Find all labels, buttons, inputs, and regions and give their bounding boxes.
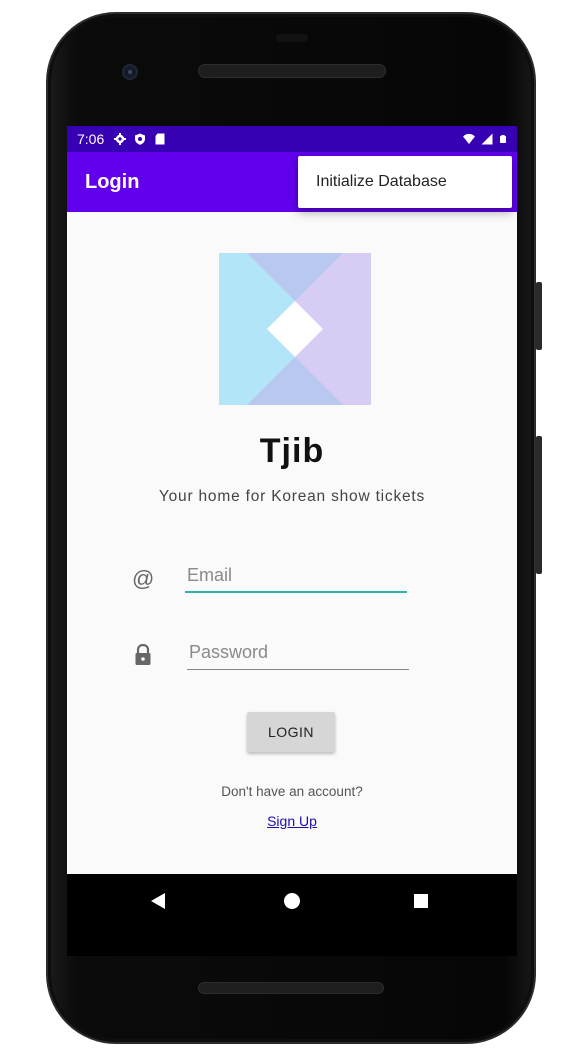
front-camera-icon bbox=[122, 64, 138, 80]
status-bar: 7:06 bbox=[67, 126, 517, 152]
menu-item-label: Initialize Database bbox=[316, 173, 447, 190]
recents-icon[interactable] bbox=[414, 894, 428, 908]
signup-link[interactable]: Sign Up bbox=[67, 813, 517, 829]
battery-icon bbox=[500, 135, 506, 143]
status-time: 7:06 bbox=[77, 131, 105, 147]
menu-item-initialize-database[interactable]: Initialize Database bbox=[298, 156, 512, 208]
login-button[interactable]: LOGIN bbox=[247, 712, 335, 752]
proximity-sensor bbox=[276, 34, 308, 42]
app-logo-icon bbox=[219, 253, 371, 405]
sd-card-icon bbox=[155, 133, 165, 145]
lock-icon bbox=[135, 644, 151, 665]
shield-icon bbox=[135, 133, 146, 145]
back-icon[interactable] bbox=[151, 893, 165, 909]
home-icon[interactable] bbox=[284, 893, 300, 909]
page-title: Login bbox=[85, 170, 140, 193]
at-icon: @ bbox=[132, 566, 155, 591]
device-screen: 7:06 Login Initialize Database Tjib Your… bbox=[67, 126, 517, 956]
power-button bbox=[536, 282, 542, 350]
login-content: Tjib Your home for Korean show tickets @… bbox=[67, 212, 517, 874]
app-tagline: Your home for Korean show tickets bbox=[158, 488, 426, 505]
bottom-speaker bbox=[198, 982, 384, 994]
password-field[interactable] bbox=[187, 636, 409, 670]
signal-icon bbox=[481, 133, 493, 145]
navigation-bar bbox=[67, 874, 517, 928]
volume-rocker bbox=[536, 436, 542, 574]
settings-icon bbox=[114, 133, 127, 145]
earpiece-speaker bbox=[198, 64, 386, 78]
wifi-icon bbox=[463, 133, 475, 144]
signup-prompt: Don't have an account? bbox=[221, 784, 363, 799]
app-name: Tjib bbox=[259, 432, 325, 470]
email-field[interactable] bbox=[185, 559, 407, 593]
